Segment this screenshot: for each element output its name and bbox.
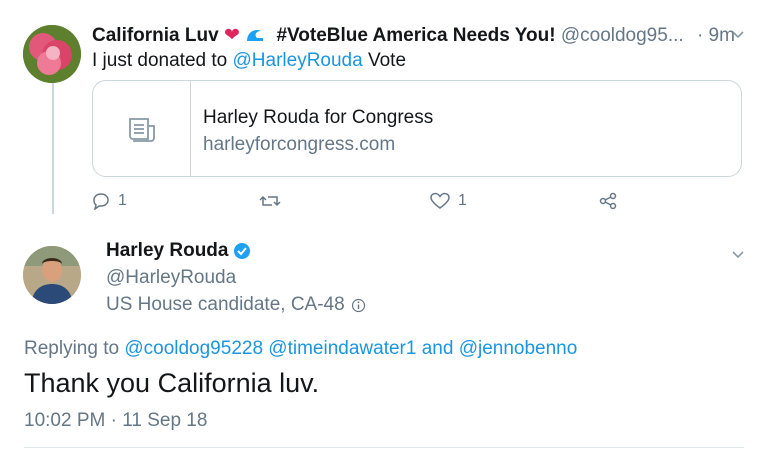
mention-link[interactable]: @HarleyRouda	[233, 50, 363, 71]
retweet-button[interactable]	[259, 190, 281, 212]
share-button[interactable]	[599, 190, 617, 212]
replying-to: Replying to @cooldog95228 @timeindawater…	[24, 338, 578, 359]
document-icon	[129, 118, 155, 142]
wave-icon	[245, 25, 270, 46]
like-button[interactable]: 1	[430, 190, 467, 212]
card-thumbnail	[93, 81, 191, 176]
share-icon	[599, 192, 617, 210]
reply-icon	[93, 193, 109, 210]
tweet-text: Thank you California luv.	[24, 368, 320, 398]
info-icon[interactable]	[351, 298, 366, 313]
thread-line	[52, 82, 54, 214]
like-count: 1	[458, 192, 467, 209]
tweet-time[interactable]: · 9m	[697, 25, 735, 46]
avatar[interactable]	[23, 246, 81, 304]
heart-icon: ❤	[223, 25, 240, 46]
tweet-text: I just donated to @HarleyRouda Vote	[92, 50, 407, 71]
tweet-header: California Luv ❤ #VoteBlue America Needs…	[92, 24, 735, 47]
timestamp[interactable]: 10:02 PM · 11 Sep 18	[24, 410, 207, 432]
chevron-down-icon[interactable]	[731, 250, 745, 260]
mention-link[interactable]: @cooldog95228 @timeindawater1	[124, 338, 416, 359]
retweet-icon	[259, 195, 281, 207]
display-name[interactable]: Harley Rouda	[106, 240, 251, 262]
bio: US House candidate, CA-48	[106, 294, 366, 316]
mention-link[interactable]: @jennobenno	[459, 338, 578, 359]
display-name[interactable]: California Luv	[92, 25, 219, 46]
handle[interactable]: @cooldog95...	[561, 25, 684, 46]
link-card[interactable]: Harley Rouda for Congress harleyforcongr…	[92, 80, 742, 177]
reply-count: 1	[118, 192, 127, 209]
handle[interactable]: @HarleyRouda	[106, 267, 236, 289]
avatar[interactable]	[23, 25, 81, 83]
chevron-down-icon[interactable]	[731, 30, 745, 40]
name-suffix: #VoteBlue America Needs You!	[276, 25, 556, 46]
card-title: Harley Rouda for Congress	[203, 107, 434, 128]
heart-icon	[430, 192, 450, 209]
divider	[24, 447, 744, 448]
verified-badge-icon	[234, 243, 251, 259]
card-url: harleyforcongress.com	[203, 134, 396, 155]
reply-button[interactable]: 1	[92, 190, 127, 212]
